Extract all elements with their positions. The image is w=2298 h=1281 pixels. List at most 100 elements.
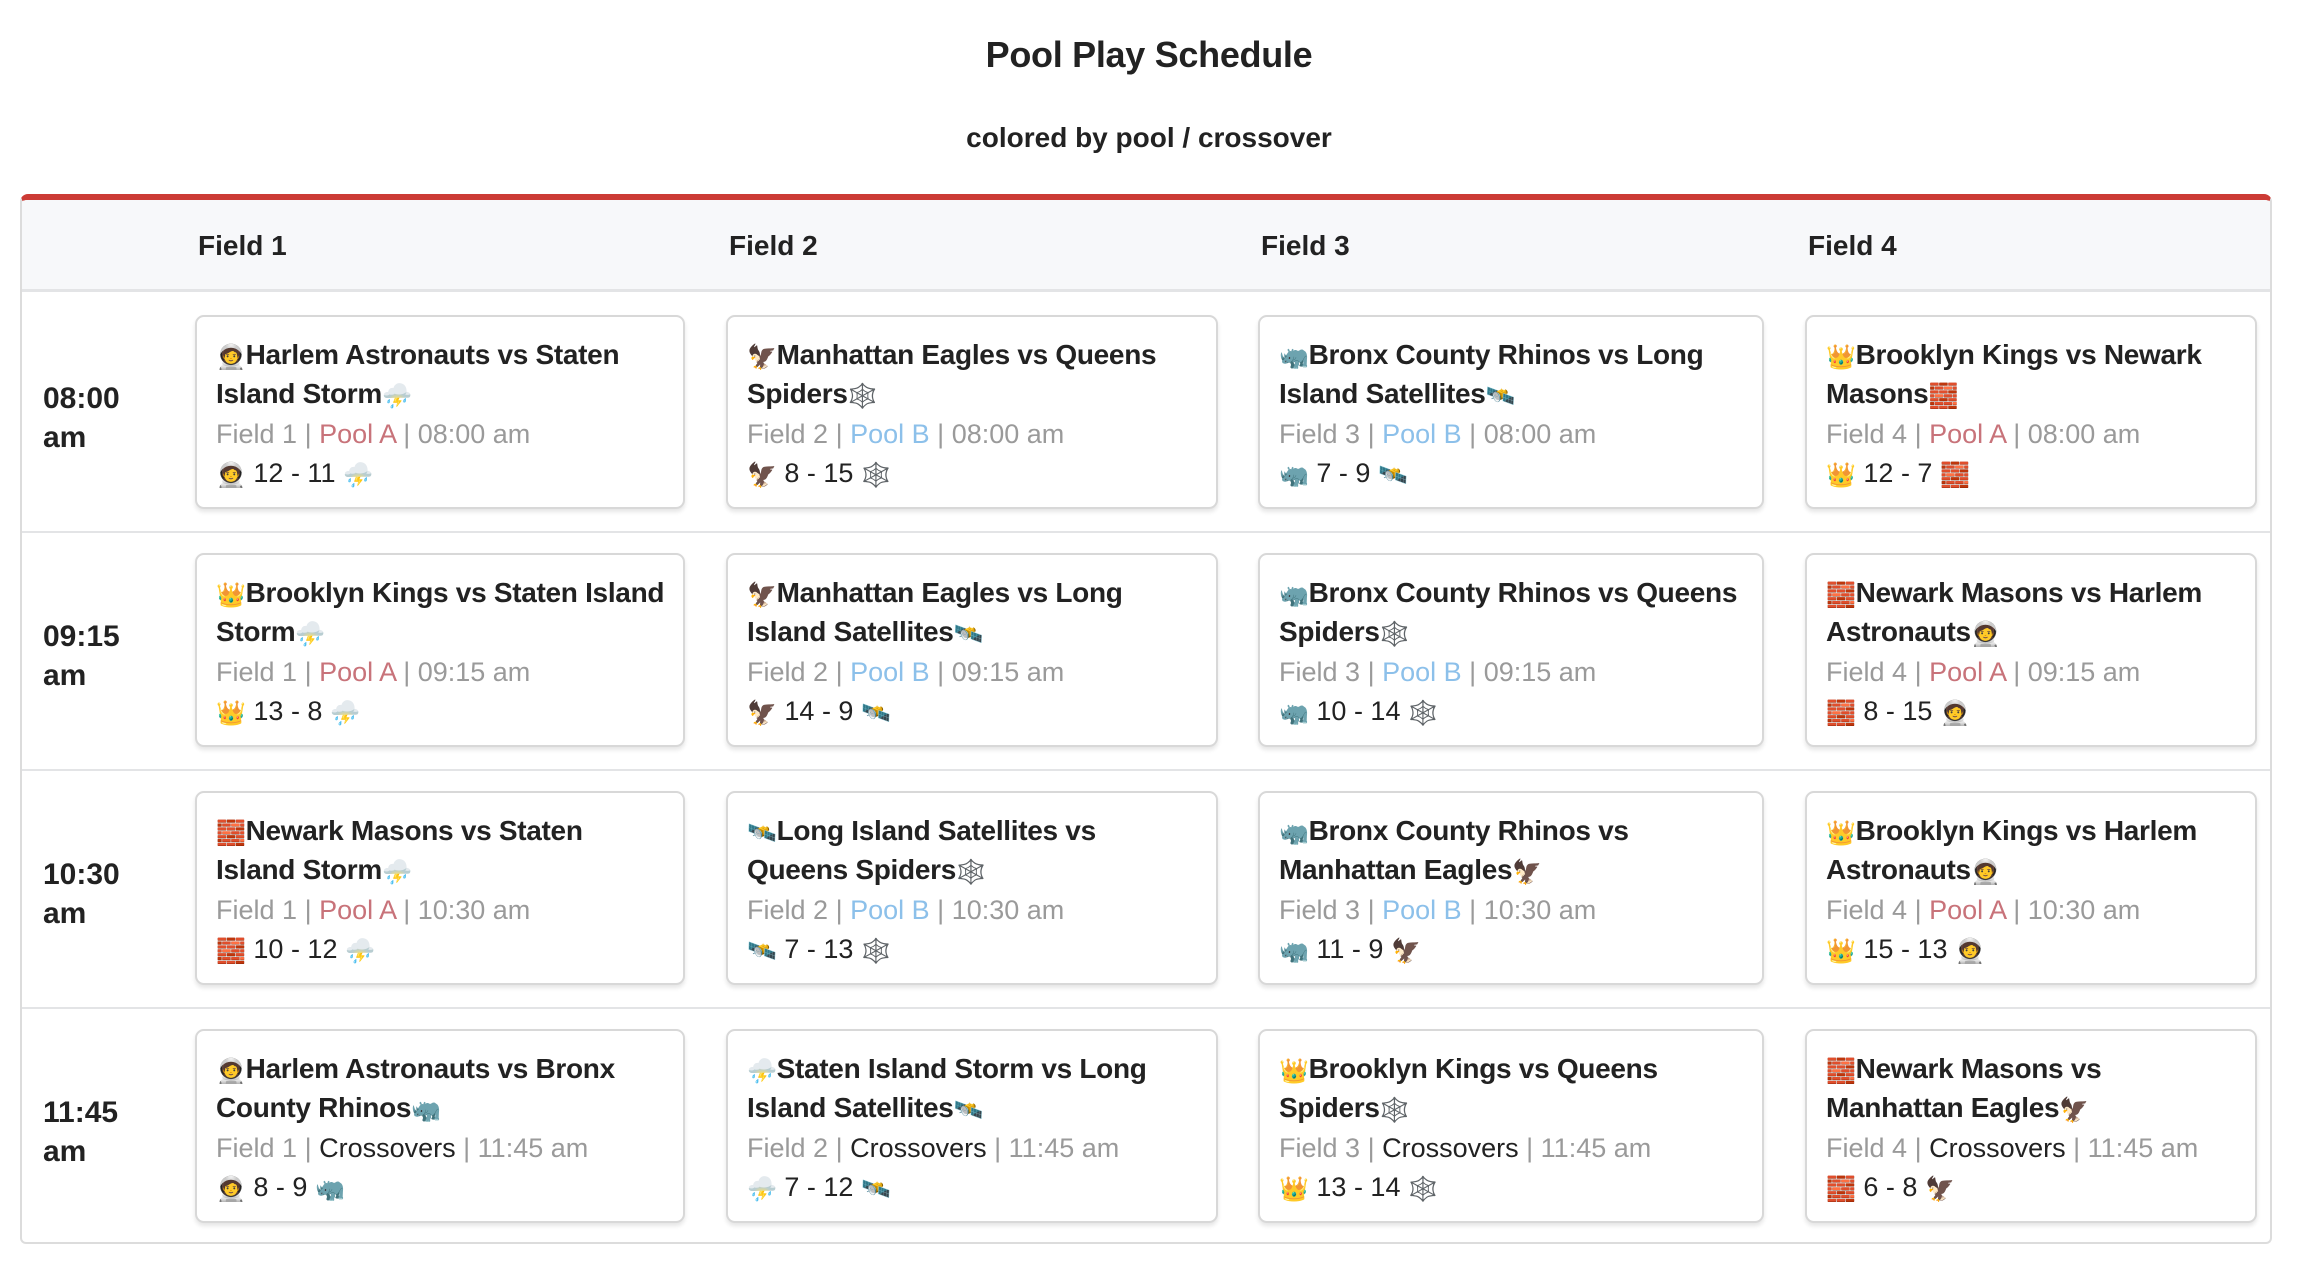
rhino-icon: 🦏 [1279,700,1309,727]
game-card[interactable]: 👑Brooklyn Kings vs Staten Island Storm⛈️… [195,553,685,747]
game-meta: Field 1 | Pool A | 09:15 am [216,654,665,691]
game-title: 🦅Manhattan Eagles vs Long Island Satelli… [747,575,1198,653]
game-card[interactable]: 🦏Bronx County Rhinos vs Queens Spiders🕸️… [1258,553,1764,747]
game-title: 👑Brooklyn Kings vs Newark Masons🧱 [1826,337,2237,415]
meta-separator: | [994,1133,1002,1163]
game-card[interactable]: 👑Brooklyn Kings vs Harlem Astronauts🧑‍🚀 F… [1805,791,2257,985]
game-pool-label: Pool B [850,657,930,687]
text-spacer [1400,696,1408,726]
game-card[interactable]: 👑Brooklyn Kings vs Newark Masons🧱 Field 4… [1805,315,2257,509]
game-score-line: 🦏 11 - 9 🦅 [1279,929,1744,972]
meta-separator: | [304,419,312,449]
game-score-line: 👑 12 - 7 🧱 [1826,453,2237,496]
meta-separator-wrap: | [297,419,319,449]
rhino-icon: 🦏 [1279,462,1309,489]
game-card[interactable]: 🧑‍🚀Harlem Astronauts vs Bronx County Rhi… [195,1029,685,1223]
meta-separator: | [1526,1133,1534,1163]
game-field: Field 2 [747,1133,829,1163]
game-time: 09:15 am [2027,657,2141,687]
game-card[interactable]: ⛈️Staten Island Storm vs Long Island Sat… [726,1029,1218,1223]
game-time: 10:30 am [2027,895,2141,925]
page-subtitle: colored by pool / crossover [966,122,1332,153]
game-pool-label: Pool A [1929,419,2006,449]
game-card[interactable]: 👑Brooklyn Kings vs Queens Spiders🕸️ Field… [1258,1029,1764,1223]
game-time: 11:45 am [477,1133,589,1163]
meta-separator-wrap: | [396,895,418,925]
text-spacer: vs [1033,1053,1080,1084]
meta-separator-wrap: | [2066,1133,2088,1163]
game-score-line: ⛈️ 7 - 12 🛰️ [747,1167,1198,1210]
satellite-icon: 🛰️ [860,700,891,727]
meta-separator-wrap: | [2006,895,2028,925]
game-card[interactable]: 🧱Newark Masons vs Staten Island Storm⛈️ F… [195,791,685,985]
game-card[interactable]: 🦏Bronx County Rhinos vs Manhattan Eagles… [1258,791,1764,985]
home-team-name: Harlem Astronauts [245,1053,491,1084]
brick-icon: 🧱 [1826,582,1856,609]
game-card[interactable]: 🛰️Long Island Satellites vs Queens Spide… [726,791,1218,985]
game-card[interactable]: 🧱Newark Masons vs Harlem Astronauts🧑‍🚀 Fi… [1805,553,2257,747]
game-title: 🧱Newark Masons vs Manhattan Eagles🦅 [1826,1051,2237,1129]
meta-separator-wrap: | [930,657,952,687]
time-slot-label: 10:30 am [43,855,173,933]
meta-separator: | [835,657,843,687]
eagle-icon: 🦅 [1512,859,1542,886]
spider-web-icon: 🕸️ [860,938,891,965]
home-team-name: Bronx County Rhinos [1308,339,1591,370]
time-slot-row: 10:30 am 🧱Newark Masons vs Staten Island S… [22,771,2270,1009]
text-spacer: vs [2058,815,2104,846]
text-spacer [853,696,861,726]
meta-separator: | [1914,895,1922,925]
text-spacer: vs [1511,1053,1557,1084]
text-spacer [322,696,330,726]
game-time: 11:45 am [1008,1133,1120,1163]
game-title: ⛈️Staten Island Storm vs Long Island Sat… [747,1051,1198,1129]
meta-separator-wrap: | [1907,419,1929,449]
text-spacer: vs [1009,339,1056,370]
game-pool-label: Crossovers [1929,1133,2066,1163]
home-team-name: Bronx County Rhinos [1308,577,1591,608]
text-spacer [335,458,343,488]
game-field: Field 2 [747,657,829,687]
text-spacer [1932,696,1940,726]
meta-separator-wrap: | [1360,657,1382,687]
game-pool-label: Pool A [319,657,396,687]
game-meta: Field 4 | Pool A | 09:15 am [1826,654,2237,691]
game-meta: Field 4 | Pool A | 08:00 am [1826,416,2237,453]
text-spacer [853,934,861,964]
game-card[interactable]: 🧑‍🚀Harlem Astronauts vs Staten Island St… [195,315,685,509]
meta-separator: | [937,657,945,687]
text-spacer: vs [1057,815,1096,846]
text-spacer [1383,934,1391,964]
brick-icon: 🧱 [1826,700,1856,727]
game-score-line: 🦏 10 - 14 🕸️ [1279,691,1744,734]
game-meta: Field 1 | Pool A | 08:00 am [216,416,665,453]
game-field: Field 2 [747,419,829,449]
time-slot-label: 11:45 am [43,1093,173,1171]
game-card[interactable]: 🦏Bronx County Rhinos vs Long Island Sate… [1258,315,1764,509]
thunder-cloud-icon: ⛈️ [382,859,412,886]
text-spacer: vs [2058,339,2104,370]
crown-icon: 👑 [216,700,246,727]
field-header-2: Field 2 [729,230,818,261]
text-spacer [853,1172,861,1202]
satellite-icon: 🛰️ [747,820,777,847]
game-title: 🦏Bronx County Rhinos vs Manhattan Eagles… [1279,813,1744,891]
time-slot-time: 11:45 [43,1096,119,1129]
satellite-icon: 🛰️ [1485,383,1516,410]
home-team-name: Manhattan Eagles [776,577,1011,608]
time-slot-time: 10:30 [43,858,120,891]
brick-icon: 🧱 [216,820,246,847]
game-card[interactable]: 🦅Manhattan Eagles vs Long Island Satelli… [726,553,1218,747]
spider-web-icon: 🕸️ [1379,1097,1410,1124]
game-card[interactable]: 🧱Newark Masons vs Manhattan Eagles🦅 Field… [1805,1029,2257,1223]
game-time: 08:00 am [1483,419,1597,449]
game-field: Field 4 [1826,1133,1908,1163]
home-team-name: Newark Masons [1855,577,2064,608]
meta-separator-wrap: | [1360,895,1382,925]
rhino-icon: 🦏 [411,1097,441,1124]
meta-separator-wrap: | [930,419,952,449]
thunder-cloud-icon: ⛈️ [382,383,412,410]
game-card[interactable]: 🦅Manhattan Eagles vs Queens Spiders🕸️ Fie… [726,315,1218,509]
game-time: 10:30 am [951,895,1065,925]
game-score: 10 - 12 [253,934,338,964]
